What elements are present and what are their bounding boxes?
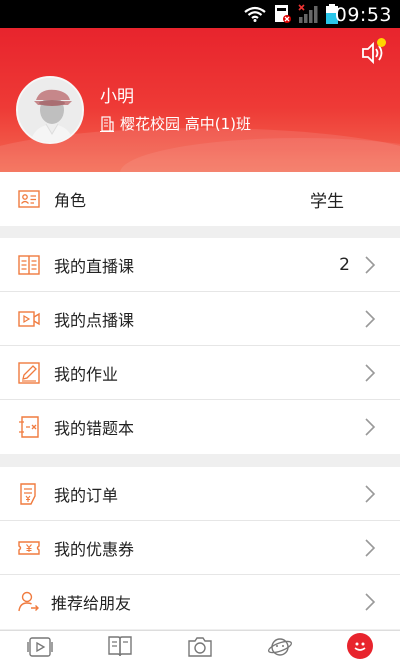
status-bar: 09:53	[0, 0, 400, 28]
homework-label: 我的作业	[54, 364, 119, 384]
homework-icon	[18, 361, 40, 384]
chevron-right-icon	[365, 593, 376, 611]
school-class-text: 樱花校园 高中(1)班	[120, 115, 252, 133]
recommend-friend-icon	[18, 591, 39, 612]
role-row: 角色 学生	[0, 172, 400, 226]
coupon-row[interactable]: 我的优惠券	[0, 521, 400, 575]
order-icon	[20, 482, 36, 505]
planet-tab-icon	[267, 638, 293, 656]
profile-header: 小明 樱花校园 高中(1)班	[0, 28, 400, 172]
wrong-questions-label: 我的错题本	[54, 419, 135, 438]
camera-tab-icon	[188, 637, 212, 657]
tab-me[interactable]	[340, 632, 380, 660]
video-tab-icon	[27, 637, 53, 657]
homework-row[interactable]: 我的作业	[0, 346, 400, 400]
tab-book[interactable]	[100, 632, 140, 660]
recommend-friend-row[interactable]: 推荐给朋友	[0, 575, 400, 629]
chevron-right-icon	[365, 363, 376, 382]
bottom-tab-bar	[0, 630, 400, 661]
wifi-icon	[244, 6, 266, 22]
id-card-icon	[18, 190, 40, 208]
tab-video[interactable]	[20, 632, 60, 660]
role-section: 角色 学生	[0, 172, 400, 226]
sim-card-icon	[275, 5, 291, 23]
user-name: 小明	[100, 87, 134, 107]
live-course-label: 我的直播课	[54, 256, 135, 276]
video-course-row[interactable]: 我的点播课	[0, 292, 400, 346]
speaker-icon[interactable]	[360, 38, 386, 66]
video-course-label: 我的点播课	[54, 310, 135, 330]
avatar[interactable]	[16, 76, 84, 144]
coupon-label: 我的优惠券	[54, 539, 135, 559]
wrong-questions-row[interactable]: 我的错题本	[0, 400, 400, 454]
courses-section: 我的直播课 2 我的点播课 我的作业 我的错题本	[0, 238, 400, 454]
wrong-questions-icon	[19, 416, 39, 438]
chevron-right-icon	[365, 484, 376, 503]
school-class: 樱花校园 高中(1)班	[100, 113, 251, 134]
role-label: 角色	[54, 191, 87, 210]
live-course-icon	[18, 254, 40, 275]
chevron-right-icon	[365, 418, 376, 436]
signal-icon	[298, 4, 318, 23]
recommend-friend-label: 推荐给朋友	[51, 594, 132, 613]
building-icon	[100, 115, 114, 132]
live-course-count: 2	[339, 254, 350, 275]
tab-camera[interactable]	[180, 632, 220, 660]
me-tab-icon	[347, 633, 373, 659]
clock: 09:53	[334, 4, 392, 26]
order-label: 我的订单	[54, 485, 119, 505]
coupon-icon	[18, 540, 40, 555]
chevron-right-icon	[365, 255, 376, 274]
live-course-row[interactable]: 我的直播课 2	[0, 238, 400, 292]
tab-planet[interactable]	[260, 632, 300, 660]
book-tab-icon	[108, 636, 132, 657]
video-course-icon	[18, 310, 40, 327]
chevron-right-icon	[365, 538, 376, 557]
role-value: 学生	[310, 191, 344, 212]
chevron-right-icon	[365, 309, 376, 328]
notification-dot	[377, 38, 386, 47]
order-row[interactable]: 我的订单	[0, 467, 400, 521]
shopping-section: 我的订单 我的优惠券 推荐给朋友	[0, 467, 400, 629]
